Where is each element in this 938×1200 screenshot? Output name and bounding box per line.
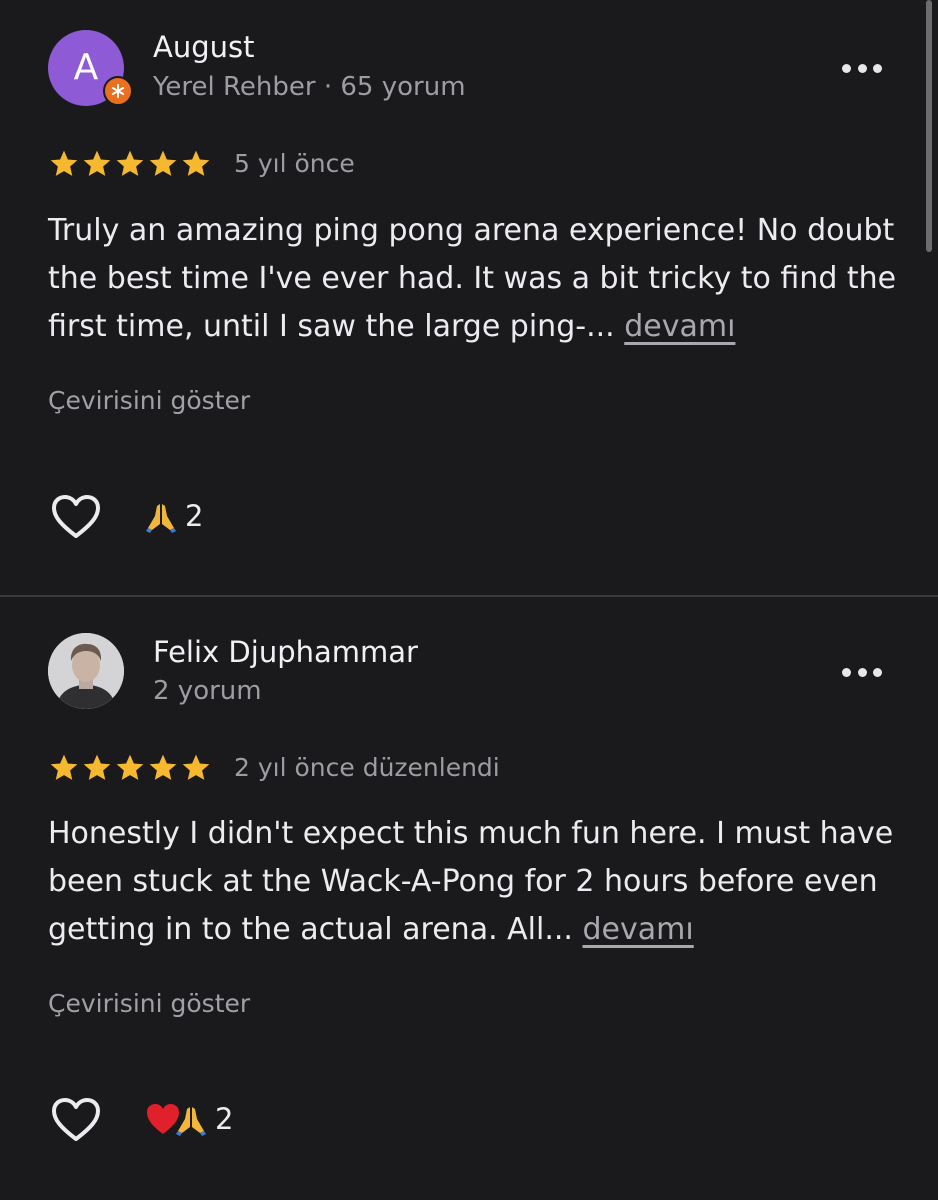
avatar-photo: [48, 633, 124, 709]
star-icon: [149, 754, 177, 780]
star-icon: [149, 150, 177, 176]
reviewer-meta: Yerel Rehber · 65 yorum: [153, 72, 466, 102]
review-body: Truly an amazing ping pong arena experie…: [48, 213, 897, 344]
star-icon: [50, 150, 78, 176]
avatar[interactable]: A: [48, 30, 133, 106]
reactions-summary[interactable]: 2: [143, 498, 203, 534]
star-icon: [50, 754, 78, 780]
read-more-link[interactable]: devamı: [583, 912, 694, 947]
star-icon: [83, 754, 111, 780]
scrollbar[interactable]: [926, 0, 932, 252]
reaction-count: 2: [185, 499, 204, 533]
folded-hands-icon: [176, 1107, 206, 1136]
more-options-icon[interactable]: [842, 662, 882, 682]
reviewer-name[interactable]: Felix Djuphammar: [153, 635, 418, 669]
show-translation-button[interactable]: Çevirisini göster: [48, 386, 250, 415]
avatar[interactable]: [48, 633, 124, 709]
read-more-link[interactable]: devamı: [624, 309, 735, 344]
review-text: Honestly I didn't expect this much fun h…: [48, 810, 898, 954]
star-icon: [182, 150, 210, 176]
show-translation-button[interactable]: Çevirisini göster: [48, 989, 250, 1018]
local-guide-badge-icon: [103, 76, 133, 106]
star-icon: [116, 754, 144, 780]
review-date: 5 yıl önce: [234, 149, 355, 178]
review-text: Truly an amazing ping pong arena experie…: [48, 207, 898, 351]
star-icon: [116, 150, 144, 176]
reviewer-meta: 2 yorum: [153, 676, 262, 706]
like-heart-icon[interactable]: [50, 1097, 102, 1143]
folded-hands-icon: [146, 504, 176, 533]
reaction-count: 2: [215, 1102, 234, 1136]
review-body: Honestly I didn't expect this much fun h…: [48, 816, 894, 947]
review-date: 2 yıl önce düzenlendi: [234, 753, 500, 782]
more-options-icon[interactable]: [842, 58, 882, 78]
star-rating: [48, 148, 212, 180]
star-icon: [182, 754, 210, 780]
star-icon: [83, 150, 111, 176]
reviewer-name[interactable]: August: [153, 30, 255, 64]
review-card: Felix Djuphammar 2 yorum 2 yıl önce düze…: [0, 597, 938, 1200]
reactions-summary[interactable]: 2: [145, 1101, 233, 1137]
star-rating: [48, 752, 212, 784]
review-card: A August Yerel Rehber · 65 yorum 5 yıl ö…: [0, 0, 938, 595]
reviews-list: A August Yerel Rehber · 65 yorum 5 yıl ö…: [0, 0, 938, 1200]
like-heart-icon[interactable]: [50, 494, 102, 540]
